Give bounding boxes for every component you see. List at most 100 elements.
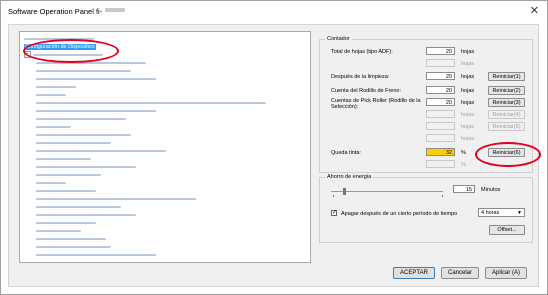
reset-3-button[interactable]: Reiniciar(3) bbox=[488, 98, 525, 107]
tree-item-blurred-text bbox=[36, 109, 156, 112]
tree-item-blurred-text bbox=[33, 53, 103, 56]
blank-counter-unit: hojas bbox=[461, 61, 475, 67]
tree-item[interactable] bbox=[36, 187, 96, 195]
app-window: Software Operation Panel fi- ✕ Configura… bbox=[0, 0, 548, 295]
ink-remaining-unit: % bbox=[461, 150, 466, 156]
total-sheets-value: 20 bbox=[426, 47, 455, 55]
cleaning-unit: hojas bbox=[461, 74, 475, 80]
reset-4-button[interactable]: Reiniciar(4) bbox=[488, 110, 525, 119]
disabled-ink-unit: % bbox=[461, 162, 466, 168]
tree-item[interactable] bbox=[36, 195, 196, 203]
reset-1-button[interactable]: Reiniciar(1) bbox=[488, 72, 525, 81]
tree-item[interactable]: Configuración de Dispositivo bbox=[24, 43, 96, 51]
tree-item[interactable] bbox=[36, 235, 106, 243]
disabled-counter-2 bbox=[426, 122, 455, 130]
cleaning-value: 20 bbox=[426, 72, 455, 80]
accept-button[interactable]: ACEPTAR bbox=[393, 267, 435, 279]
pick-roller-unit: hojas bbox=[461, 100, 475, 106]
tree-item[interactable] bbox=[36, 243, 111, 251]
brake-roller-label: Cuenta del Rodillo de Freno: bbox=[331, 88, 402, 94]
tree-item[interactable] bbox=[36, 107, 156, 115]
pick-roller-value: 20 bbox=[426, 98, 455, 106]
sleep-slider-track[interactable] bbox=[331, 191, 443, 192]
auto-off-hours-value: 4 horas bbox=[481, 210, 500, 216]
tree-item-blurred-text bbox=[36, 101, 266, 104]
ink-remaining-label: Queda tinta: bbox=[331, 150, 361, 156]
tree-item-blurred-text bbox=[36, 149, 166, 152]
tree-item-blurred-text bbox=[36, 165, 136, 168]
tree-item[interactable] bbox=[36, 91, 66, 99]
tree-item[interactable]: − bbox=[24, 51, 103, 59]
tree-item-blurred-text bbox=[36, 197, 196, 200]
tree-item-blurred-text bbox=[36, 125, 71, 128]
settings-tree[interactable]: Configuración de Dispositivo − bbox=[19, 31, 311, 263]
tree-item-blurred-text bbox=[36, 133, 131, 136]
tree-item-blurred-text bbox=[36, 189, 96, 192]
energy-saving-title: Ahorro de energía bbox=[325, 174, 374, 180]
sleep-minutes-value[interactable]: 15 bbox=[453, 185, 475, 193]
counter-group-title: Contador bbox=[325, 36, 352, 42]
brake-roller-value: 20 bbox=[426, 86, 455, 94]
tree-item-label: Configuración de Dispositivo bbox=[24, 44, 96, 50]
tree-item-blurred-text bbox=[36, 93, 66, 96]
tree-item[interactable] bbox=[36, 123, 71, 131]
title-bar: Software Operation Panel fi- ✕ bbox=[1, 1, 547, 23]
tree-item-blurred-text bbox=[24, 37, 94, 40]
tree-item-blurred-text bbox=[36, 141, 111, 144]
tree-item[interactable] bbox=[36, 155, 91, 163]
disabled-counter-1 bbox=[426, 110, 455, 118]
reset-6-button[interactable]: Reiniciar(6) bbox=[488, 148, 525, 157]
auto-off-hours-select[interactable]: 4 horas ▼ bbox=[478, 208, 525, 217]
tree-item[interactable] bbox=[36, 227, 81, 235]
auto-off-checkbox[interactable]: ✓ bbox=[331, 210, 337, 216]
tree-item-blurred-text bbox=[36, 253, 156, 256]
tree-item[interactable] bbox=[36, 211, 136, 219]
tree-item[interactable] bbox=[36, 203, 121, 211]
pick-roller-label: Cuentas de Pick Roller (Rodillo de la Se… bbox=[331, 98, 421, 110]
sleep-slider-thumb[interactable] bbox=[343, 188, 346, 195]
tree-expander-icon[interactable]: − bbox=[24, 51, 31, 59]
disabled-unit-2: hojas bbox=[461, 124, 475, 130]
tree-item[interactable] bbox=[36, 67, 131, 75]
tree-item-blurred-text bbox=[36, 69, 131, 72]
tree-item[interactable] bbox=[36, 219, 96, 227]
tree-item[interactable] bbox=[36, 83, 76, 91]
tree-item-blurred-text bbox=[36, 61, 146, 64]
reset-5-button[interactable]: Reiniciar(5) bbox=[488, 122, 525, 131]
tree-item[interactable] bbox=[36, 251, 156, 259]
offset-button[interactable]: Offset... bbox=[489, 225, 525, 235]
tree-item[interactable] bbox=[36, 179, 66, 187]
tree-item[interactable] bbox=[36, 139, 111, 147]
disabled-unit-1: hojas bbox=[461, 112, 475, 118]
reset-2-button[interactable]: Reiniciar(2) bbox=[488, 86, 525, 95]
slider-tick-end bbox=[442, 195, 443, 197]
tree-item-blurred-text bbox=[36, 157, 91, 160]
tree-item-blurred-text bbox=[36, 237, 106, 240]
tree-item[interactable] bbox=[36, 163, 136, 171]
tree-item-blurred-text bbox=[36, 181, 66, 184]
apply-button[interactable]: Aplicar (A) bbox=[485, 267, 527, 279]
tree-item[interactable] bbox=[24, 35, 94, 43]
tree-item-blurred-text bbox=[36, 77, 156, 80]
sleep-minutes-unit: Minutos bbox=[481, 187, 501, 193]
cancel-button[interactable]: Cancelar bbox=[441, 267, 479, 279]
disabled-counter-3 bbox=[426, 134, 455, 142]
cleaning-label: Después de la limpieza: bbox=[331, 74, 390, 80]
tree-item-blurred-text bbox=[36, 213, 136, 216]
tree-item[interactable] bbox=[36, 75, 156, 83]
close-icon[interactable]: ✕ bbox=[530, 4, 539, 17]
total-sheets-label: Total de hojas (tipo ADF): bbox=[331, 49, 393, 55]
tree-item[interactable] bbox=[36, 59, 146, 67]
tree-item-blurred-text bbox=[36, 85, 76, 88]
tree-item-blurred-text bbox=[36, 117, 126, 120]
tree-item-blurred-text bbox=[36, 205, 121, 208]
tree-item[interactable] bbox=[36, 115, 126, 123]
ink-remaining-value: 32 bbox=[426, 148, 455, 156]
tree-item[interactable] bbox=[36, 147, 166, 155]
tree-item-blurred-text bbox=[36, 173, 101, 176]
tree-item[interactable] bbox=[36, 171, 101, 179]
tree-item[interactable] bbox=[36, 131, 131, 139]
brake-roller-unit: hojas bbox=[461, 88, 475, 94]
redacted-model bbox=[105, 8, 125, 12]
tree-item[interactable] bbox=[36, 99, 266, 107]
